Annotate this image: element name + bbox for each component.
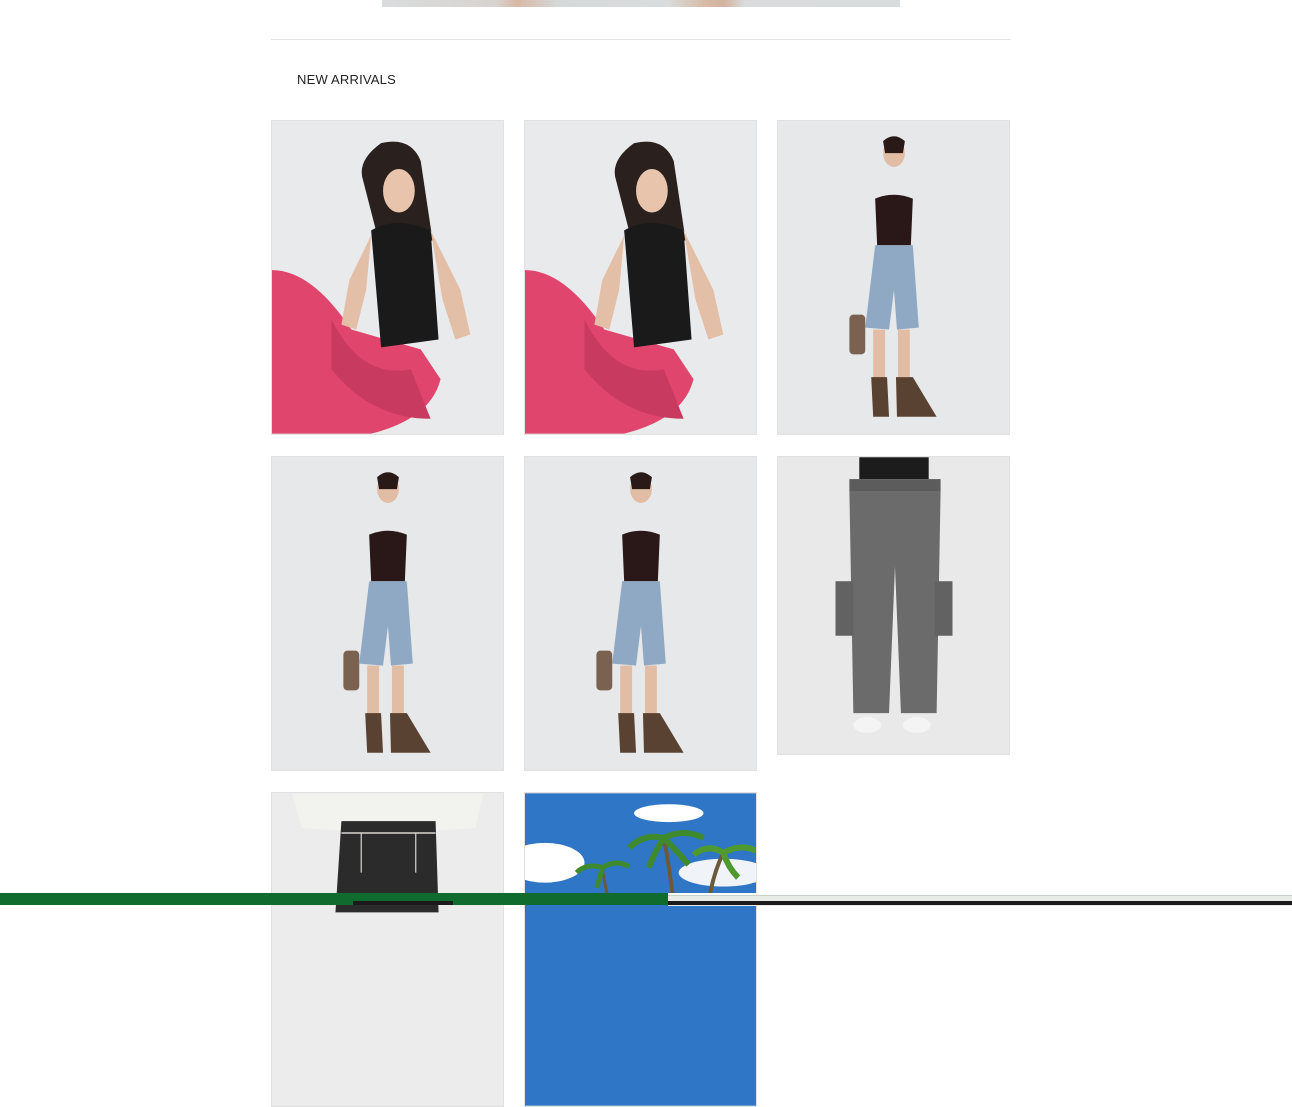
product-card[interactable] xyxy=(777,120,1010,435)
product-image xyxy=(272,793,503,1106)
product-card[interactable] xyxy=(271,456,504,771)
section-divider xyxy=(271,39,1011,40)
scroll-progress-bar xyxy=(0,893,1292,906)
top-banner-image xyxy=(382,0,900,7)
product-image xyxy=(272,121,503,434)
product-image xyxy=(525,793,756,1106)
product-card[interactable] xyxy=(524,792,757,1107)
progress-segment xyxy=(353,901,453,905)
product-card[interactable] xyxy=(271,120,504,435)
product-image xyxy=(525,457,756,770)
product-card[interactable] xyxy=(524,120,757,435)
progress-segment xyxy=(0,901,10,905)
product-card[interactable] xyxy=(777,456,1010,755)
product-image xyxy=(778,121,1009,434)
progress-segment xyxy=(502,901,668,905)
section-title: NEW ARRIVALS xyxy=(297,72,396,87)
product-image xyxy=(525,121,756,434)
product-card[interactable] xyxy=(271,792,504,1107)
product-image xyxy=(272,457,503,770)
product-image xyxy=(778,457,1009,754)
product-card[interactable] xyxy=(524,456,757,771)
progress-segment xyxy=(668,901,1292,905)
